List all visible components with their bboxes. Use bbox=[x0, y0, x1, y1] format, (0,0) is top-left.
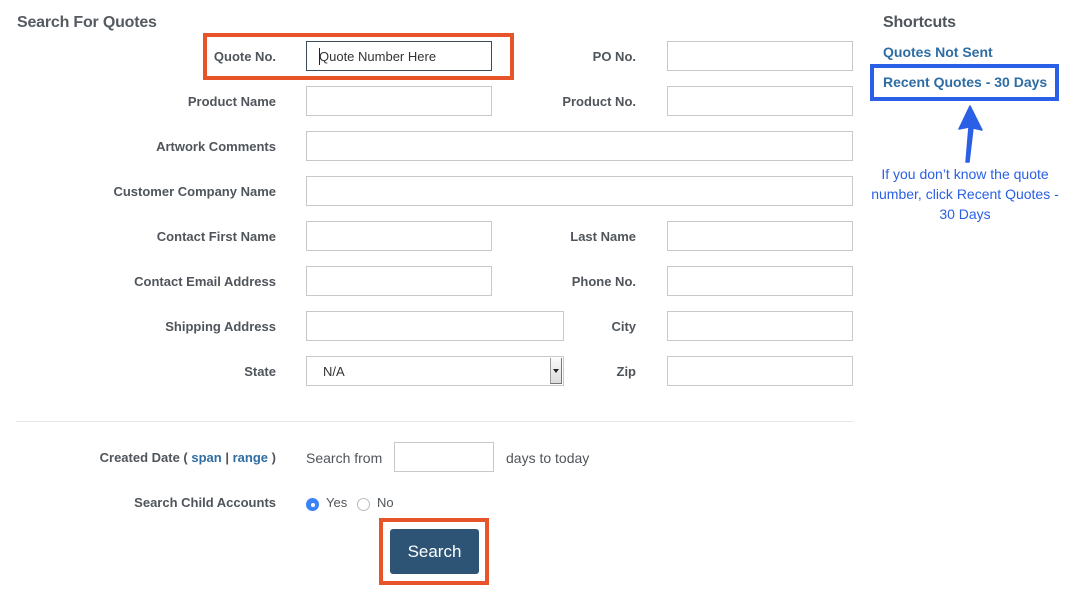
quote-no-highlight bbox=[203, 33, 514, 80]
customer-company-name-input[interactable] bbox=[306, 176, 853, 206]
shortcuts-title: Shortcuts bbox=[883, 14, 956, 31]
last-name-label: Last Name bbox=[570, 229, 636, 244]
search-from-text: Search from bbox=[306, 450, 383, 466]
product-no-label: Product No. bbox=[562, 94, 636, 109]
contact-email-input[interactable] bbox=[306, 266, 492, 296]
city-label: City bbox=[611, 319, 636, 334]
page-title: Search For Quotes bbox=[17, 14, 157, 31]
artwork-comments-input[interactable] bbox=[306, 131, 853, 161]
zip-label: Zip bbox=[616, 364, 637, 379]
state-selected-value: N/A bbox=[323, 364, 345, 379]
section-divider bbox=[16, 421, 853, 422]
shipping-address-label: Shipping Address bbox=[165, 319, 276, 334]
days-to-today-text: days to today bbox=[506, 450, 590, 466]
range-link[interactable]: range bbox=[233, 450, 268, 465]
search-button-highlight bbox=[379, 518, 489, 585]
last-name-input[interactable] bbox=[667, 221, 853, 251]
child-accounts-yes-radio[interactable] bbox=[306, 498, 319, 511]
shipping-address-input[interactable] bbox=[306, 311, 564, 341]
customer-company-name-label: Customer Company Name bbox=[113, 184, 276, 199]
po-no-input[interactable] bbox=[667, 41, 853, 71]
child-accounts-no-label: No bbox=[377, 495, 394, 510]
state-select[interactable]: N/A bbox=[306, 356, 564, 386]
child-accounts-yes-label: Yes bbox=[326, 495, 348, 510]
child-accounts-no-radio[interactable] bbox=[357, 498, 370, 511]
contact-email-label: Contact Email Address bbox=[134, 274, 276, 289]
days-input[interactable] bbox=[394, 442, 494, 472]
city-input[interactable] bbox=[667, 311, 853, 341]
span-link[interactable]: span bbox=[191, 450, 221, 465]
po-no-label: PO No. bbox=[592, 49, 636, 64]
annotation-text: If you don’t know the quote number, clic… bbox=[871, 166, 1059, 222]
product-no-input[interactable] bbox=[667, 86, 853, 116]
state-label: State bbox=[244, 364, 276, 379]
shortcut-quotes-not-sent[interactable]: Quotes Not Sent bbox=[883, 44, 993, 60]
zip-input[interactable] bbox=[667, 356, 853, 386]
created-date-separator: | bbox=[225, 450, 229, 465]
search-child-accounts-label: Search Child Accounts bbox=[134, 495, 276, 510]
up-arrow-icon bbox=[958, 105, 983, 163]
contact-first-name-label: Contact First Name bbox=[156, 229, 276, 244]
product-name-label: Product Name bbox=[187, 94, 276, 109]
phone-no-input[interactable] bbox=[667, 266, 853, 296]
created-date-label: Created Date ( span | range ) bbox=[60, 450, 276, 466]
created-date-prefix: Created Date ( bbox=[99, 450, 188, 465]
created-date-suffix: ) bbox=[271, 450, 276, 465]
artwork-comments-label: Artwork Comments bbox=[156, 139, 276, 154]
product-name-input[interactable] bbox=[306, 86, 492, 116]
contact-first-name-input[interactable] bbox=[306, 221, 492, 251]
recent-quotes-highlight bbox=[870, 64, 1059, 101]
phone-no-label: Phone No. bbox=[571, 274, 636, 289]
